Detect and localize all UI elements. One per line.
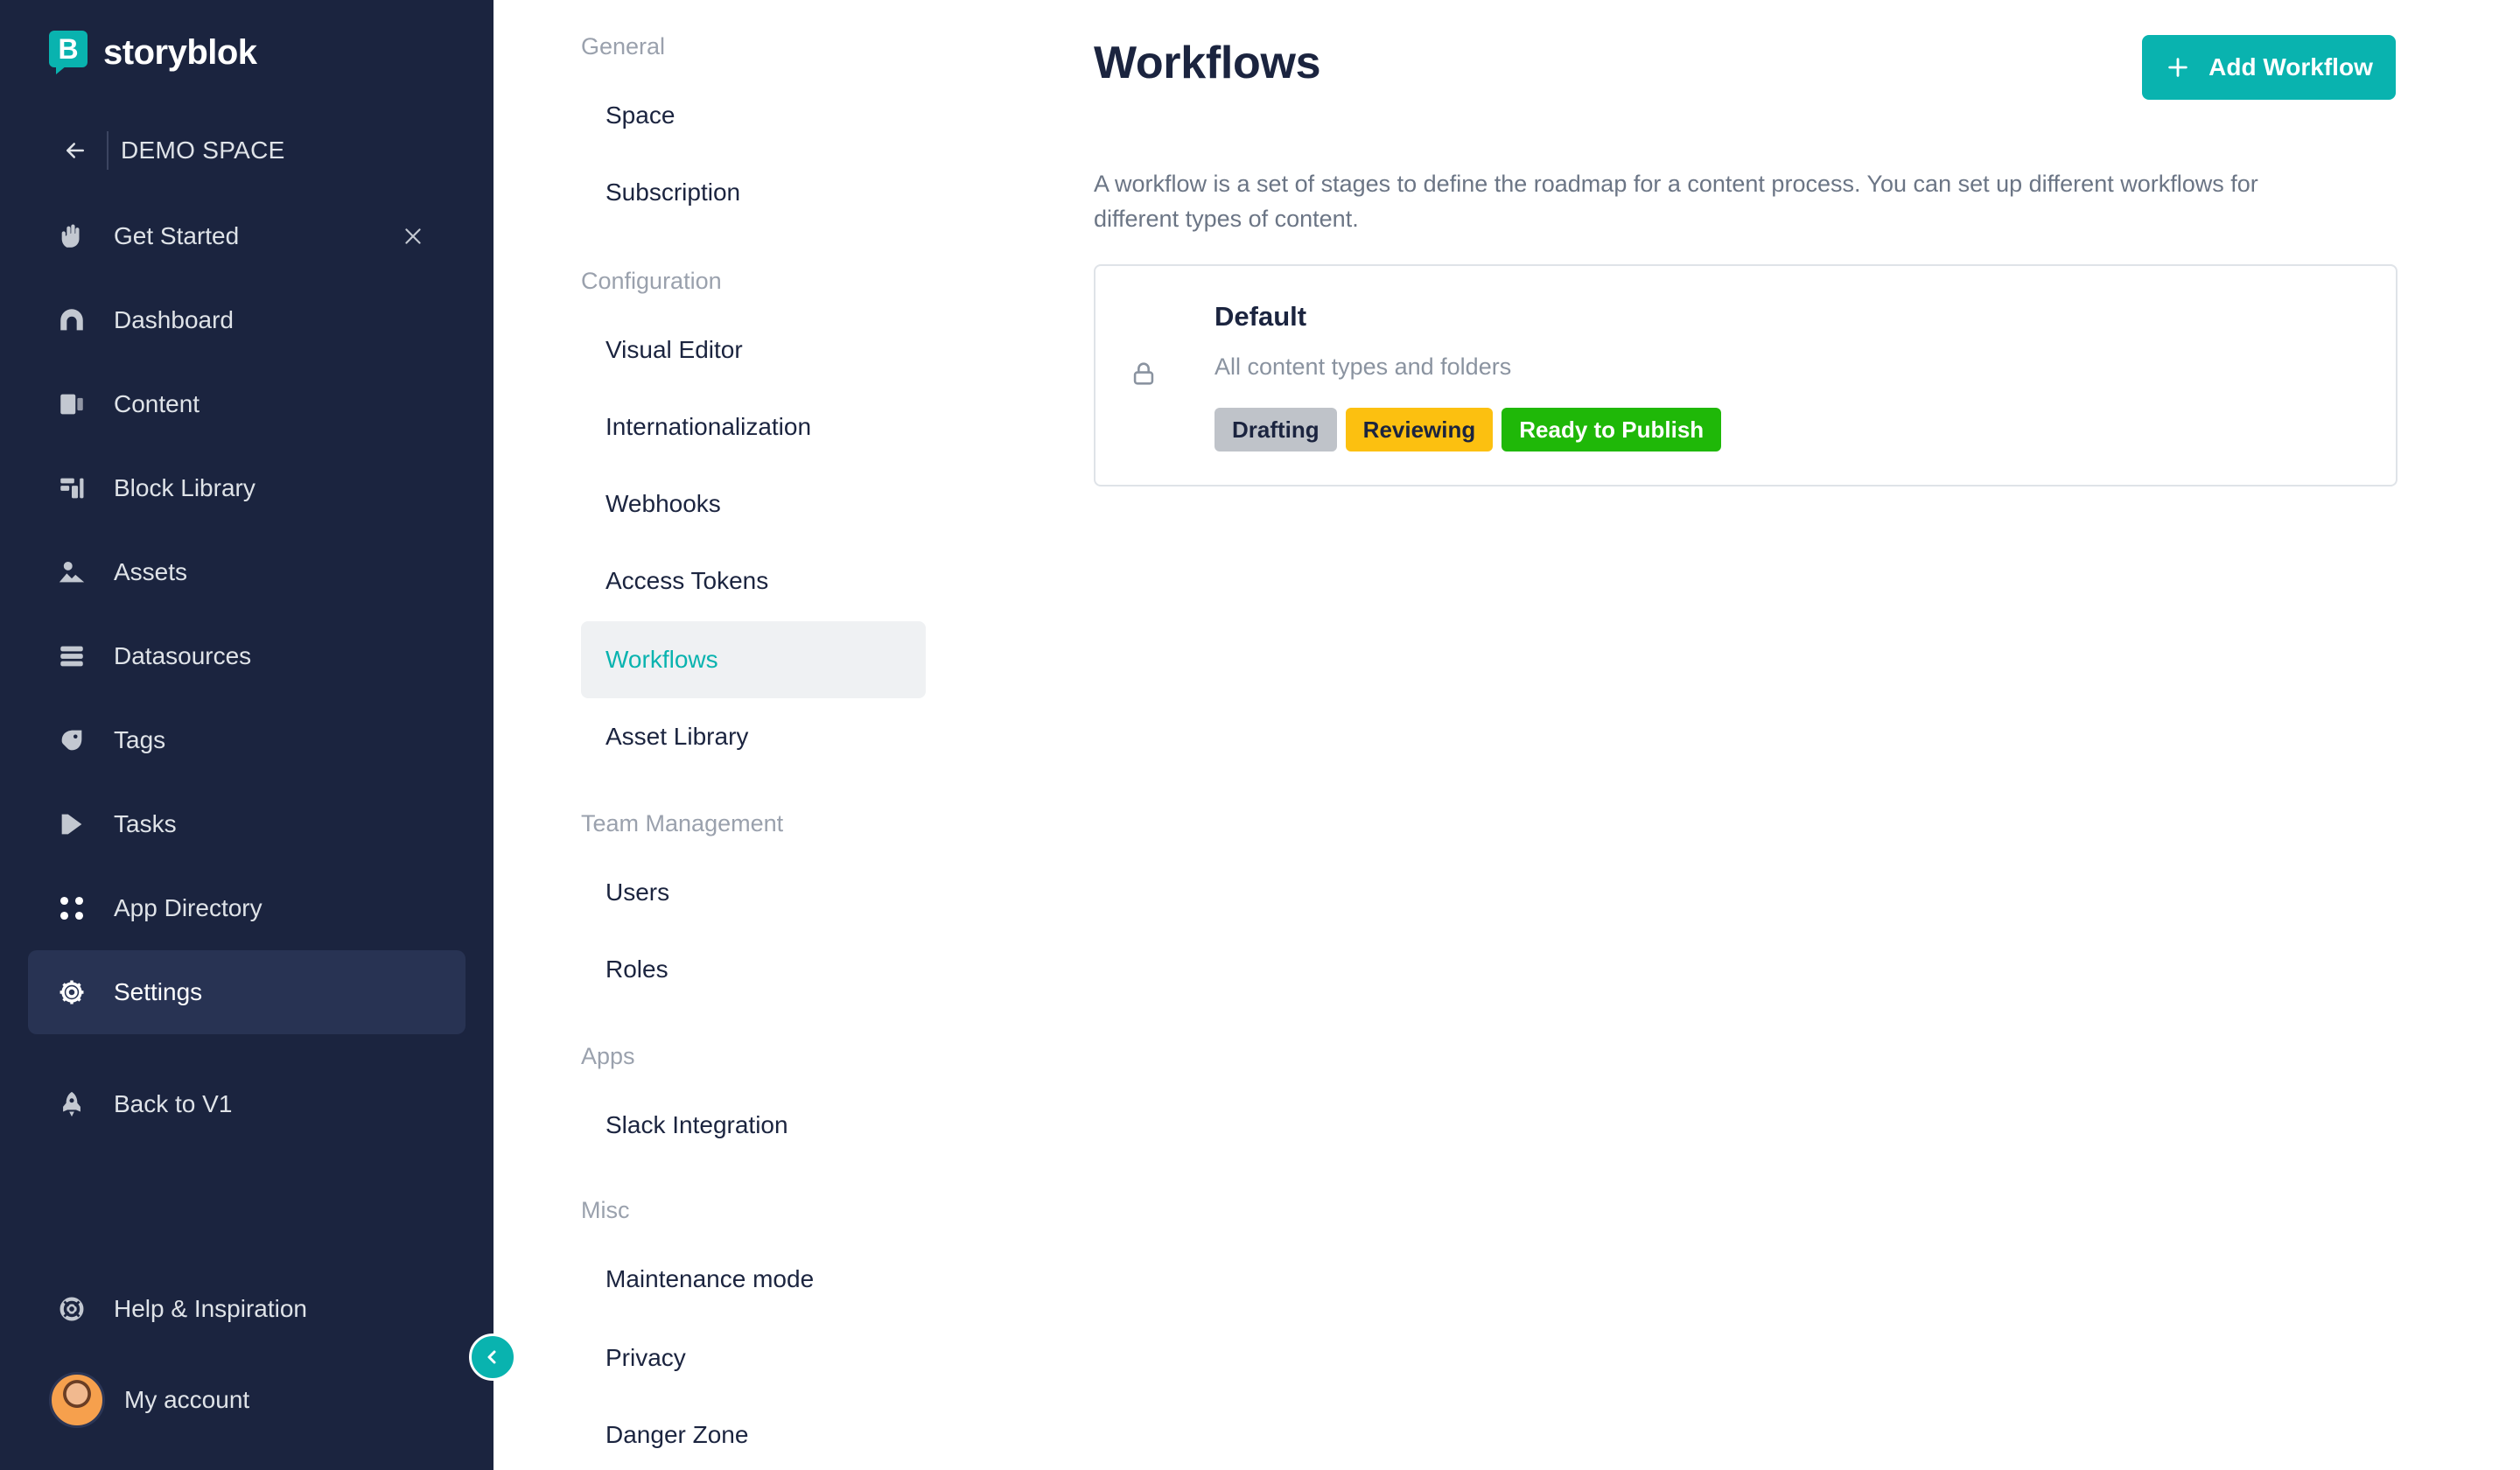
content-icon [54,387,89,422]
stage-badge-reviewing: Reviewing [1345,408,1494,452]
settings-group-title: General [581,33,666,60]
settings-item-internationalization[interactable]: Internationalization [581,388,926,466]
settings-item-maintenance-mode[interactable]: Maintenance mode [581,1241,926,1318]
settings-item-webhooks[interactable]: Webhooks [581,466,926,542]
sidebar-item-help[interactable]: Help & Inspiration [28,1267,466,1351]
stage-badge-ready-to-publish: Ready to Publish [1502,408,1722,452]
space-switcher[interactable]: DEMO SPACE [56,131,285,170]
sidebar-item-settings[interactable]: Settings [28,950,466,1034]
plus-icon [2165,54,2191,80]
settings-item-visual-editor[interactable]: Visual Editor [581,312,926,388]
sidebar-item-assets[interactable]: Assets [28,530,466,614]
settings-item-danger-zone[interactable]: Danger Zone [581,1396,926,1470]
settings-item-space[interactable]: Space [581,77,926,154]
settings-item-privacy[interactable]: Privacy [581,1320,926,1396]
brand-name: storyblok [103,32,257,72]
primary-nav: Get Started Dashboard Content Block Libr… [28,194,466,1146]
sidebar-item-tags[interactable]: Tags [28,698,466,782]
workflow-name: Default [1214,301,1307,332]
settings-item-users[interactable]: Users [581,854,926,931]
account-label: My account [124,1386,250,1413]
dashboard-icon [54,303,89,338]
divider [107,131,108,170]
main-sidebar: B storyblok DEMO SPACE Get Started Dashb… [0,0,494,1470]
workflow-card[interactable]: Default All content types and folders Dr… [1094,264,2398,486]
sidebar-item-get-started[interactable]: Get Started [28,194,466,278]
add-workflow-button[interactable]: Add Workflow [2142,35,2396,100]
tasks-icon [54,807,89,842]
workflow-stages: Drafting Reviewing Ready to Publish [1214,408,1722,452]
sidebar-item-dashboard[interactable]: Dashboard [28,278,466,362]
sidebar-item-label: Get Started [114,222,240,249]
sidebar-item-label: App Directory [114,894,262,921]
sidebar-item-datasources[interactable]: Datasources [28,614,466,698]
brand[interactable]: B storyblok [49,30,257,75]
add-workflow-label: Add Workflow [2208,53,2373,80]
page-title: Workflows [1094,38,1321,88]
sidebar-item-app-directory[interactable]: App Directory [28,866,466,950]
sidebar-item-label: Dashboard [114,306,234,333]
settings-group-title: Misc [581,1197,630,1223]
settings-group-title: Apps [581,1043,635,1069]
avatar [49,1372,105,1428]
settings-item-workflows[interactable]: Workflows [581,621,926,698]
sidebar-item-label: Datasources [114,642,252,669]
chevron-left-icon [482,1347,503,1368]
sidebar-item-content[interactable]: Content [28,362,466,446]
assets-icon [54,555,89,590]
block-library-icon [54,471,89,506]
storyblok-logo-icon: B [49,31,88,74]
settings-item-slack-integration[interactable]: Slack Integration [581,1087,926,1164]
account-menu[interactable]: My account [49,1372,249,1428]
gear-icon [54,975,89,1010]
settings-item-access-tokens[interactable]: Access Tokens [581,542,926,620]
settings-item-subscription[interactable]: Subscription [581,154,926,231]
sidebar-item-tasks[interactable]: Tasks [28,782,466,866]
rocket-icon [54,1087,89,1122]
page-description: A workflow is a set of stages to define … [1094,171,2258,232]
stage-badge-drafting: Drafting [1214,408,1337,452]
sidebar-item-label: Tasks [114,810,177,837]
collapse-sidebar-button[interactable] [469,1334,516,1381]
settings-group-title: Team Management [581,810,784,836]
lock-icon [1129,359,1164,394]
datasources-icon [54,639,89,674]
sidebar-item-label: Back to V1 [114,1090,233,1117]
tag-icon [54,723,89,758]
sidebar-item-label: Assets [114,558,188,585]
sidebar-item-label: Help & Inspiration [114,1295,308,1322]
sidebar-item-label: Tags [114,726,166,753]
sidebar-item-label: Content [114,390,200,417]
workflow-scope: All content types and folders [1214,354,1512,380]
arrow-left-icon[interactable] [56,131,94,170]
lifebuoy-icon [54,1292,89,1326]
sidebar-item-back-to-v1[interactable]: Back to V1 [28,1062,466,1146]
space-name: DEMO SPACE [121,136,285,164]
close-icon[interactable] [396,219,430,254]
sidebar-item-block-library[interactable]: Block Library [28,446,466,530]
settings-item-roles[interactable]: Roles [581,931,926,1008]
sidebar-item-label: Settings [114,978,203,1005]
sidebar-item-label: Block Library [114,474,256,501]
settings-group-title: Configuration [581,268,722,294]
apps-grid-icon [54,891,89,926]
settings-item-asset-library[interactable]: Asset Library [581,698,926,775]
secondary-nav: Help & Inspiration [28,1267,466,1351]
hand-wave-icon [54,219,89,254]
